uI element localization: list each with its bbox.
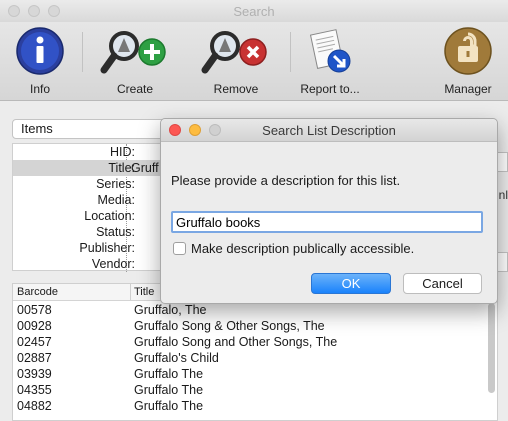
- title-cell: Gruffalo The: [134, 383, 204, 397]
- barcode-cell: 02457: [17, 335, 52, 349]
- title-cell: Gruffalo, The: [134, 303, 207, 317]
- search-type-label: Items: [21, 121, 53, 136]
- column-header-title[interactable]: Title: [134, 286, 154, 298]
- barcode-cell: 00928: [17, 319, 52, 333]
- table-row[interactable]: 04882 Gruffalo The: [13, 398, 489, 414]
- create-button[interactable]: Create: [95, 26, 175, 96]
- search-list-description-dialog: Search List Description Please provide a…: [160, 118, 498, 304]
- field-value[interactable]: Gruff: [131, 161, 159, 175]
- toolbar: Info Create Remove Report to... Manager: [0, 22, 508, 101]
- report-icon: [309, 29, 351, 73]
- dialog-prompt: Please provide a description for this li…: [171, 173, 401, 188]
- magnifier-remove-icon: [201, 31, 267, 74]
- search-window: Search Info Create Remove Report to... M…: [0, 0, 508, 421]
- field-label: Status:: [96, 225, 135, 239]
- manager-button[interactable]: Manager: [428, 26, 508, 96]
- public-checkbox-label[interactable]: Make description publically accessible.: [191, 241, 414, 256]
- field-label: HID:: [110, 145, 135, 159]
- title-cell: Gruffalo The: [134, 399, 204, 413]
- window-title: Search: [233, 4, 275, 19]
- column-header-barcode[interactable]: Barcode: [17, 286, 58, 298]
- barcode-cell: 04882: [17, 399, 52, 413]
- barcode-cell: 03939: [17, 367, 52, 381]
- dialog-titlebar[interactable]: Search List Description: [161, 119, 497, 142]
- info-button[interactable]: Info: [0, 26, 80, 96]
- barcode-cell: 04355: [17, 383, 52, 397]
- table-row[interactable]: 03939 Gruffalo The: [13, 366, 489, 382]
- table-row[interactable]: 02457 Gruffalo Song and Other Songs, The: [13, 334, 489, 350]
- field-label: Vendor:: [91, 257, 135, 271]
- remove-button[interactable]: Remove: [196, 26, 276, 96]
- public-checkbox[interactable]: [173, 242, 186, 255]
- info-icon: [16, 27, 64, 75]
- field-label: Publisher:: [79, 241, 135, 255]
- padlock-icon: [444, 27, 492, 75]
- table-row[interactable]: 04355 Gruffalo The: [13, 382, 489, 398]
- barcode-cell: 00578: [17, 303, 52, 317]
- title-cell: Gruffalo's Child: [134, 351, 219, 365]
- field-label: Location:: [84, 209, 135, 223]
- table-row[interactable]: 00928 Gruffalo Song & Other Songs, The: [13, 318, 489, 334]
- table-scrollbar[interactable]: [488, 303, 495, 393]
- field-label: Series:: [96, 177, 135, 191]
- barcode-cell: 02887: [17, 351, 52, 365]
- field-label: Media:: [97, 193, 135, 207]
- description-input[interactable]: [171, 211, 483, 233]
- report-button[interactable]: Report to...: [290, 26, 370, 96]
- dialog-title: Search List Description: [262, 123, 396, 138]
- title-cell: Gruffalo The: [134, 367, 204, 381]
- cancel-button[interactable]: Cancel: [403, 273, 482, 294]
- magnifier-plus-icon: [100, 31, 166, 74]
- table-row[interactable]: 00578 Gruffalo, The: [13, 302, 489, 318]
- ok-button[interactable]: OK: [311, 273, 391, 294]
- window-titlebar[interactable]: Search: [0, 0, 508, 23]
- title-cell: Gruffalo Song and Other Songs, The: [134, 335, 338, 349]
- title-cell: Gruffalo Song & Other Songs, The: [134, 319, 325, 333]
- edge-text: nl: [498, 188, 508, 202]
- table-row[interactable]: 02887 Gruffalo's Child: [13, 350, 489, 366]
